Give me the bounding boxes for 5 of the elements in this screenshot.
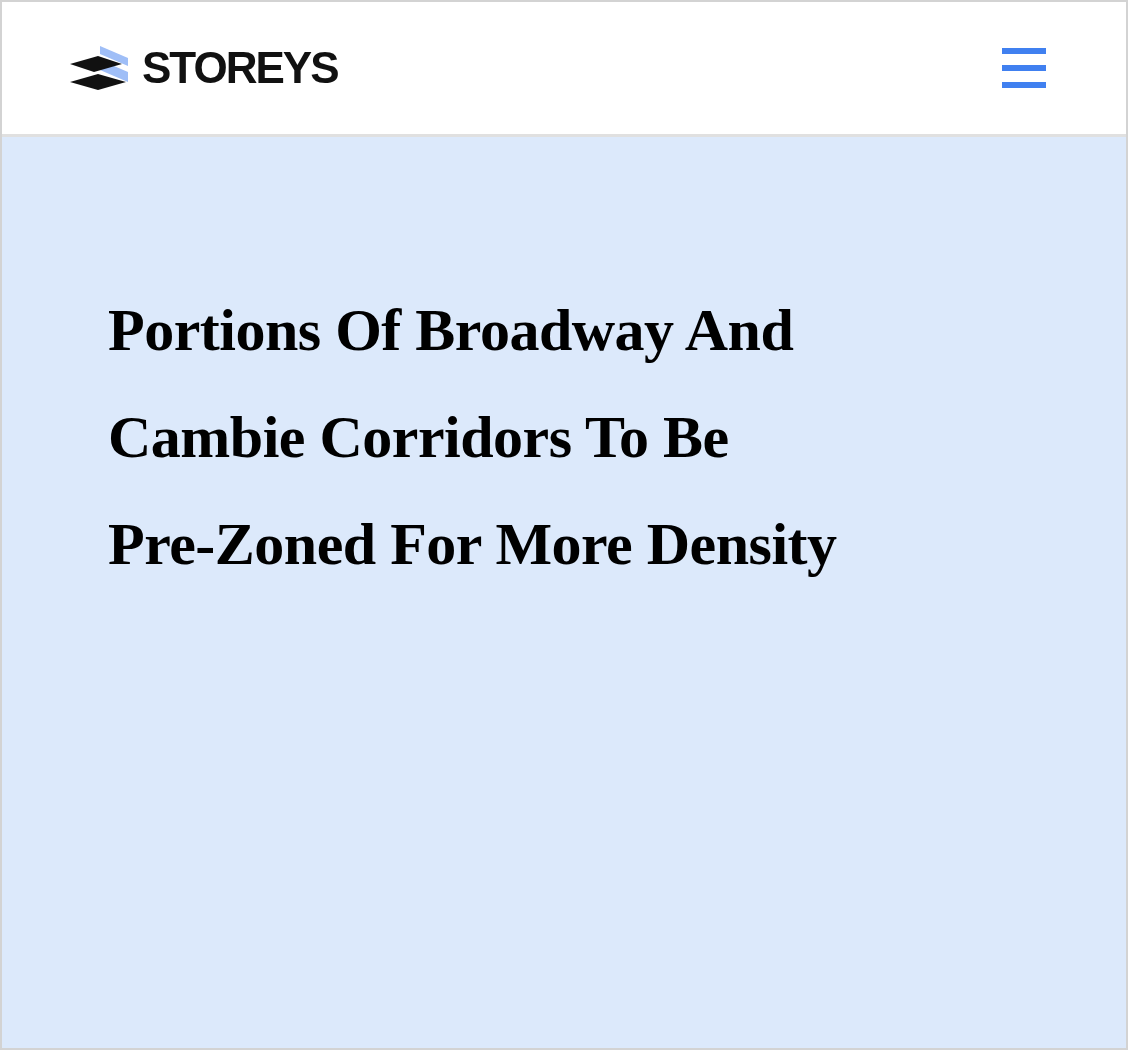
logo-text[interactable]: STOREYS <box>142 41 338 95</box>
logo-icon <box>70 44 128 92</box>
article-headline: Portions Of Broadway And Cambie Corridors To Be Pre-Zoned For More Density <box>108 296 838 579</box>
menu-button[interactable] <box>1002 46 1046 90</box>
menu-icon <box>1002 46 1046 90</box>
